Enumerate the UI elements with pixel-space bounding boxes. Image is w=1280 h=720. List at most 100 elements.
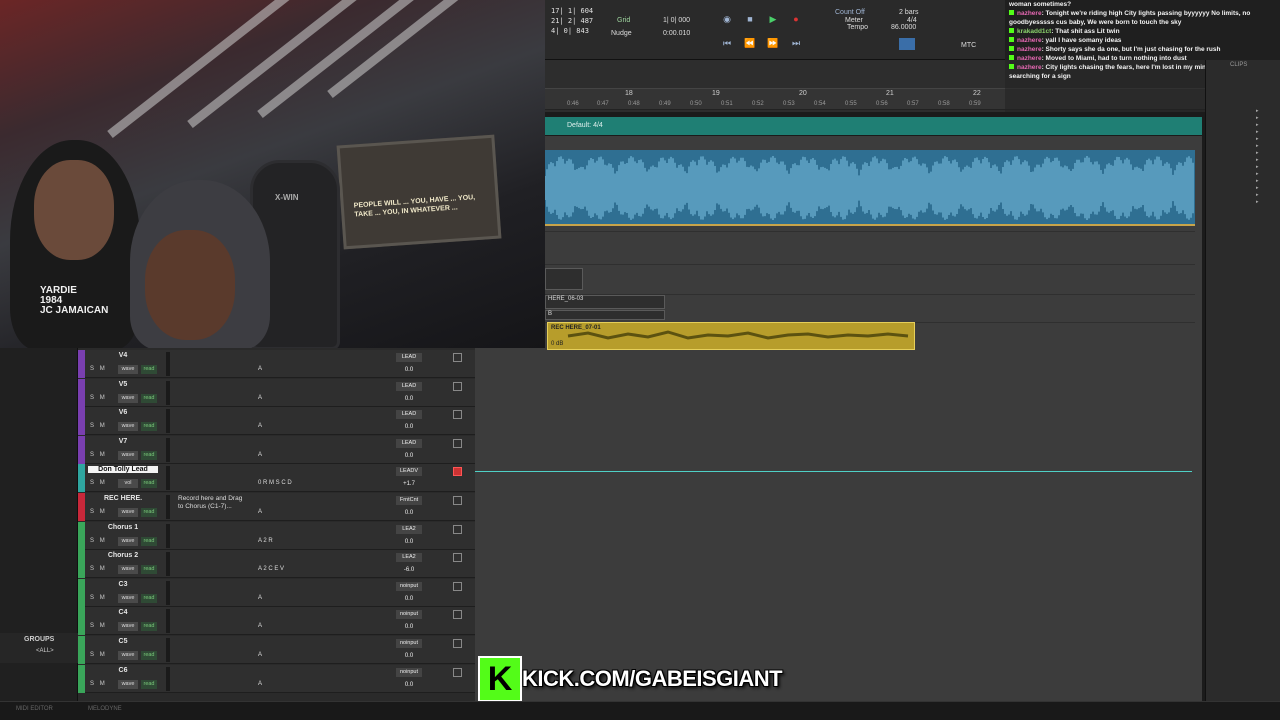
track-row[interactable]: V5 S M wave read A LEAD 0.0 <box>78 378 475 407</box>
clip-b[interactable]: B <box>545 310 665 320</box>
track-volume[interactable]: +1.7 <box>396 481 422 487</box>
track-output[interactable]: LEAD <box>396 353 422 362</box>
track-record-icon[interactable] <box>453 467 462 477</box>
track-name[interactable]: Chorus 2 <box>88 552 158 559</box>
track-output[interactable]: noinput <box>396 639 422 648</box>
track-name[interactable]: Chorus 1 <box>88 524 158 531</box>
clip-list-row[interactable]: ▸ <box>1206 185 1280 192</box>
track-volume[interactable]: 0.0 <box>396 596 422 602</box>
nudge-value[interactable]: 0:00.010 <box>663 30 690 37</box>
track-row[interactable]: C6 S M wave read Anoinput 0.0 <box>78 664 475 693</box>
track-record-icon[interactable] <box>453 353 462 362</box>
track-output[interactable]: FrntCnt <box>396 496 422 505</box>
track-volume[interactable]: 0.0 <box>396 510 422 516</box>
track-row[interactable]: V6 S M wave read A LEAD 0.0 <box>78 407 475 436</box>
automation-mode[interactable]: read <box>141 679 157 689</box>
track-volume[interactable]: 0.0 <box>396 396 422 402</box>
track-output[interactable]: LEA2 <box>396 524 422 534</box>
clip-list-row[interactable]: ▸ <box>1206 122 1280 129</box>
track-mute-solo[interactable]: S M <box>90 595 107 601</box>
track-mute-solo[interactable]: S M <box>90 623 107 629</box>
track-view-selector[interactable]: wave <box>118 508 138 517</box>
track-mute-solo[interactable]: S M <box>90 395 107 401</box>
count-off-label[interactable]: Count Off <box>835 9 865 16</box>
tab-melodyne[interactable]: MELODYNE <box>88 706 122 712</box>
track-record-icon[interactable] <box>453 639 462 648</box>
clip-list-row[interactable]: ▸ <box>1206 115 1280 122</box>
tempo-label[interactable]: Tempo <box>847 24 868 31</box>
nudge-label[interactable]: Nudge <box>611 30 632 37</box>
track-view-selector[interactable]: vol <box>118 479 138 489</box>
track-mute-solo[interactable]: S M <box>90 366 107 372</box>
track-row[interactable]: REC HERE. S M wave read Record here and Drag… <box>78 493 475 521</box>
track-view-selector[interactable]: wave <box>118 565 138 575</box>
track-mute-solo[interactable]: S M <box>90 452 107 458</box>
track-output[interactable]: LEAD <box>396 410 422 420</box>
clip-list[interactable]: CLIPS ▸ ▸ ▸ ▸ ▸ ▸ ▸ ▸ ▸ ▸ ▸ ▸ ▸ ▸ <box>1205 60 1280 701</box>
automation-mode[interactable]: read <box>141 365 157 374</box>
track-name[interactable]: V4 <box>88 352 158 359</box>
track-mute-solo[interactable]: S M <box>90 566 107 572</box>
tab-midi-editor[interactable]: MIDI EDITOR <box>16 706 53 712</box>
inserts[interactable]: A <box>258 452 262 458</box>
inserts[interactable]: A <box>258 623 262 629</box>
mtc-label[interactable]: MTC <box>961 42 976 49</box>
clip-list-row[interactable]: ▸ <box>1206 171 1280 178</box>
automation-mode[interactable]: read <box>141 422 157 432</box>
track-name[interactable]: V5 <box>88 381 158 388</box>
track-view-selector[interactable]: wave <box>118 679 138 689</box>
track-output[interactable]: noinput <box>396 667 422 677</box>
inserts[interactable]: A <box>258 366 262 372</box>
meter-lane[interactable]: Default: 4/4 <box>545 117 1202 135</box>
inserts[interactable]: A <box>258 595 262 601</box>
track-output[interactable]: noinput <box>396 581 422 591</box>
track-name[interactable]: REC HERE. <box>88 495 158 502</box>
end-icon[interactable]: ⏭ <box>789 36 803 50</box>
track-record-icon[interactable] <box>453 524 462 534</box>
track-mute-solo[interactable]: S M <box>90 509 107 515</box>
track-name[interactable]: C6 <box>88 667 158 674</box>
clip-list-row[interactable]: ▸ <box>1206 108 1280 115</box>
tempo-value[interactable]: 86.0000 <box>891 24 916 31</box>
track-volume[interactable]: 0.0 <box>396 624 422 630</box>
track-record-icon[interactable] <box>453 381 462 391</box>
track-name[interactable]: C4 <box>88 609 158 616</box>
audio-waveform-clip[interactable] <box>545 150 1195 226</box>
clip-list-row[interactable]: ▸ <box>1206 129 1280 136</box>
track-row[interactable]: V7 S M wave read A LEAD 0.0 <box>78 435 475 464</box>
track-row[interactable]: C5 S M wave read Anoinput 0.0 <box>78 636 475 664</box>
inserts[interactable]: A <box>258 681 262 687</box>
rewind-icon[interactable]: ⏪ <box>743 36 757 50</box>
automation-mode[interactable]: read <box>141 450 157 460</box>
clip-here-06-03[interactable]: HERE_06-03 <box>545 295 665 309</box>
record-icon[interactable]: ● <box>789 12 803 26</box>
track-volume[interactable]: 0.0 <box>396 539 422 545</box>
track-mute-solo[interactable]: S M <box>90 480 107 486</box>
automation-mode[interactable]: read <box>141 651 157 660</box>
track-row[interactable]: Chorus 2 S M wave read A 2 C E V LEA2 -6.0 <box>78 550 475 579</box>
automation-mode[interactable]: read <box>141 593 157 603</box>
track-output[interactable]: LEA2 <box>396 553 422 563</box>
track-volume[interactable]: 0.0 <box>396 367 422 373</box>
automation-mode[interactable]: read <box>141 479 157 489</box>
track-view-selector[interactable]: wave <box>118 651 138 660</box>
clip-list-row[interactable]: ▸ <box>1206 143 1280 150</box>
track-record-icon[interactable] <box>453 667 462 677</box>
rec-here-clip[interactable]: REC HERE_07-01 0 dB <box>547 322 915 350</box>
track-row[interactable]: Chorus 1 S M wave read A 2 R LEA2 0.0 <box>78 521 475 550</box>
play-icon[interactable]: ▶ <box>766 12 780 26</box>
track-mute-solo[interactable]: S M <box>90 423 107 429</box>
track-view-selector[interactable]: wave <box>118 593 138 603</box>
automation-mode[interactable]: read <box>141 393 157 403</box>
track-view-selector[interactable]: wave <box>118 536 138 546</box>
track-name[interactable]: V6 <box>88 409 158 416</box>
small-clip[interactable] <box>545 268 583 290</box>
inserts[interactable]: 0 R M S C D <box>258 480 292 486</box>
track-output[interactable]: LEAD <box>396 381 422 391</box>
track-volume[interactable]: 0.0 <box>396 453 422 459</box>
grid-value[interactable]: 1| 0| 000 <box>663 17 690 24</box>
track-record-icon[interactable] <box>453 553 462 563</box>
track-mute-solo[interactable]: S M <box>90 538 107 544</box>
track-name[interactable]: C5 <box>88 638 158 645</box>
track-mute-solo[interactable]: S M <box>90 652 107 658</box>
